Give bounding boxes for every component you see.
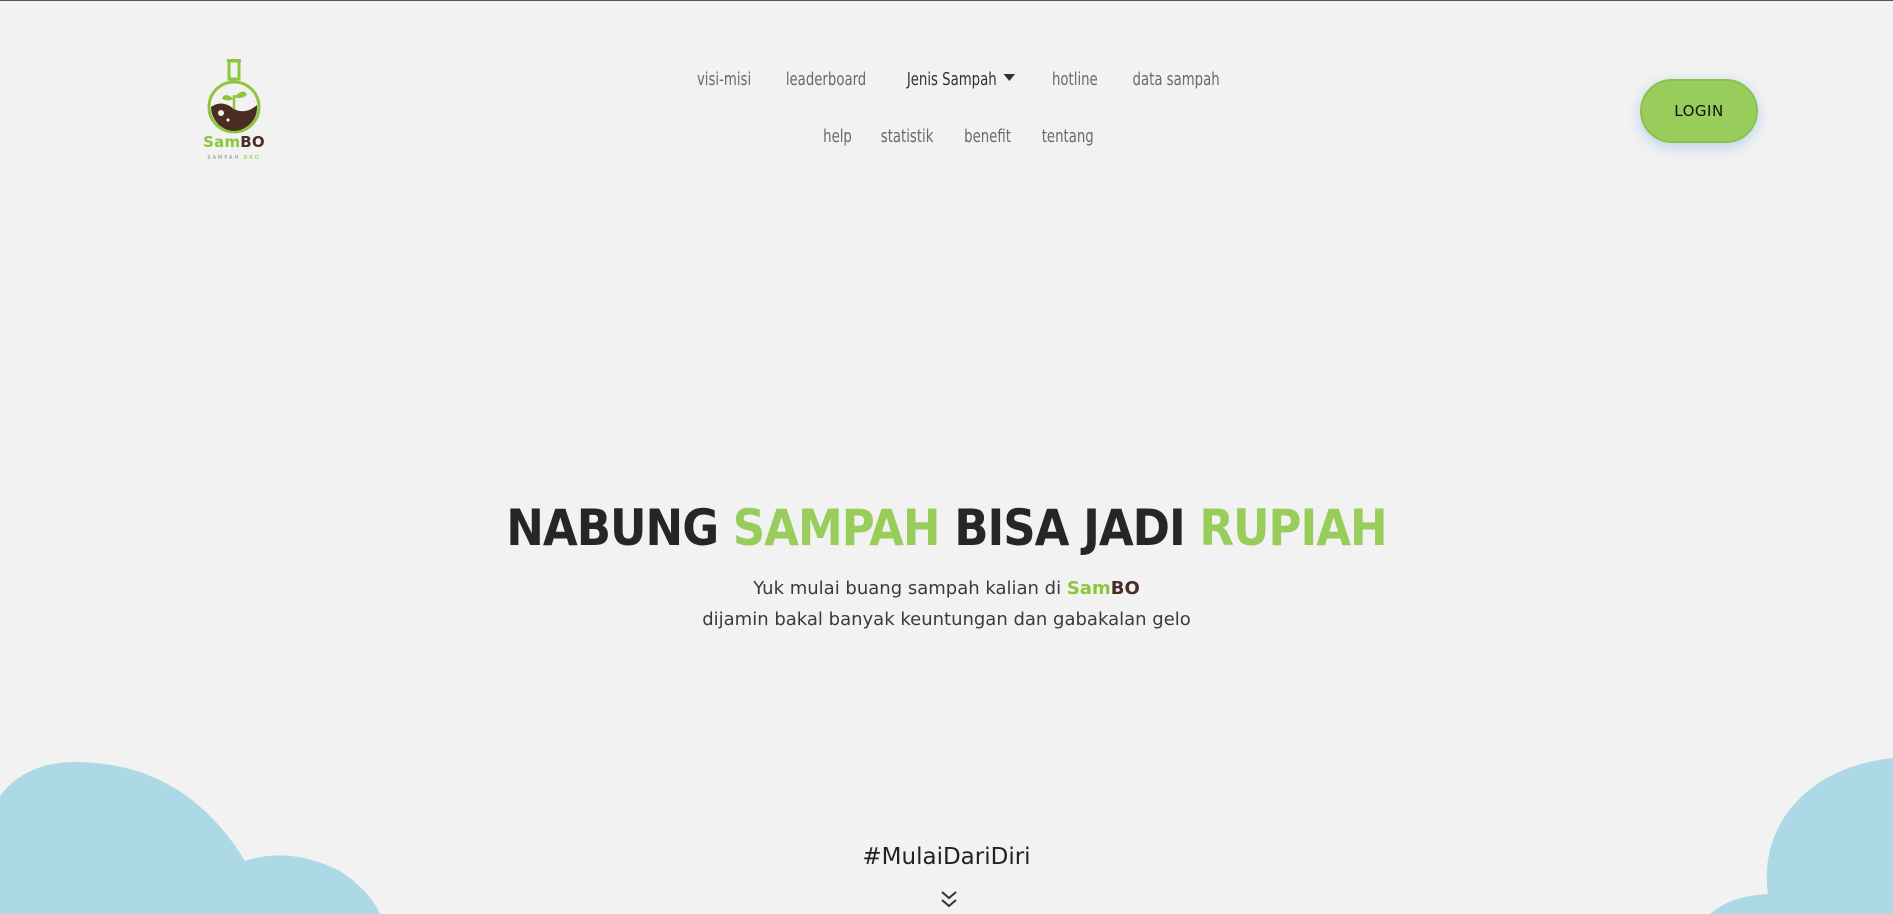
hero-title-part-3: BISA JADI bbox=[954, 499, 1185, 557]
hero-subtitle-line-1: Yuk mulai buang sampah kalian di SamBO bbox=[753, 578, 1140, 599]
double-chevron-down-icon[interactable] bbox=[938, 890, 960, 910]
main-nav-row-2: help statistik benefit tentang bbox=[520, 126, 1400, 147]
hero-title-part-4: RUPIAH bbox=[1199, 499, 1387, 557]
flask-logo-icon bbox=[207, 59, 261, 134]
logo-tagline: SAMPAH BRO bbox=[207, 155, 261, 161]
nav-leaderboard[interactable]: leaderboard bbox=[786, 69, 866, 90]
sambo-logo[interactable]: SamBO SAMPAH BRO bbox=[196, 57, 272, 165]
main-nav-row-1: visi-misi leaderboard Jenis Sampah hotli… bbox=[520, 69, 1400, 90]
nav-hotline[interactable]: hotline bbox=[1052, 69, 1098, 90]
hero-subtitle: Yuk mulai buang sampah kalian di SamBO d… bbox=[0, 573, 1893, 635]
nav-tentang[interactable]: tentang bbox=[1042, 126, 1094, 147]
login-button[interactable]: LOGIN bbox=[1640, 79, 1758, 143]
nav-benefit[interactable]: benefit bbox=[965, 126, 1012, 147]
logo-wordmark: SamBO bbox=[203, 133, 265, 151]
cloud-right-decoration bbox=[1710, 758, 1893, 914]
hero-title-part-1: NABUNG bbox=[506, 499, 719, 557]
nav-data-sampah[interactable]: data sampah bbox=[1132, 69, 1219, 90]
hero-title-part-2: SAMPAH bbox=[732, 499, 941, 557]
caret-down-icon bbox=[1003, 73, 1015, 81]
cloud-left-decoration bbox=[0, 761, 380, 914]
nav-visi-misi[interactable]: visi-misi bbox=[697, 69, 751, 90]
hero-title: NABUNG SAMPAH BISA JADI RUPIAH bbox=[0, 499, 1893, 557]
nav-jenis-sampah-dropdown[interactable]: Jenis Sampah bbox=[907, 69, 1015, 90]
hero-subtitle-line-2: dijamin bakal banyak keuntungan dan gaba… bbox=[702, 609, 1191, 630]
nav-help[interactable]: help bbox=[823, 126, 852, 147]
nav-jenis-sampah-label: Jenis Sampah bbox=[907, 69, 997, 90]
hashtag-text: #MulaiDariDiri bbox=[862, 844, 1031, 870]
nav-statistik[interactable]: statistik bbox=[881, 126, 934, 147]
